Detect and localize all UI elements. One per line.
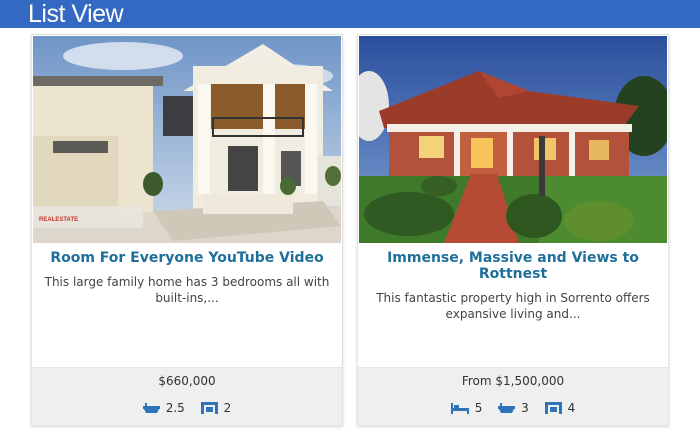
listing-footer: From $1,500,000 5 3 4: [358, 367, 668, 425]
car-feature: 4: [544, 401, 576, 415]
listing-photo[interactable]: [359, 36, 667, 243]
listing-photo[interactable]: REALESTATE: [33, 36, 341, 243]
car-count: 4: [567, 401, 576, 415]
car-count: 2: [223, 401, 232, 415]
page-title: List View: [28, 0, 124, 28]
bath-feature: 2.5: [142, 401, 185, 415]
listing-price: From $1,500,000: [461, 374, 565, 388]
listing-card[interactable]: Immense, Massive and Views to Rottnest T…: [357, 34, 669, 426]
car-icon: [544, 402, 562, 414]
listing-description: This fantastic property high in Sorrento…: [376, 291, 650, 321]
bath-icon: [142, 403, 160, 413]
bed-icon: [450, 403, 469, 414]
bath-count: 2.5: [165, 401, 185, 415]
car-icon: [200, 402, 218, 414]
bath-count: 3: [521, 401, 529, 415]
listing-card[interactable]: REALESTATE Room For Everyone YouTube Vid…: [31, 34, 343, 426]
listing-description: This large family home has 3 bedrooms al…: [44, 275, 330, 305]
listing-price: $660,000: [158, 374, 216, 388]
page-header: List View: [0, 0, 700, 28]
listing-title[interactable]: Room For Everyone YouTube Video: [40, 250, 334, 266]
listing-features: 5 3 4: [358, 401, 668, 417]
listing-title[interactable]: Immense, Massive and Views to Rottnest: [366, 250, 660, 282]
bed-feature: 5: [450, 401, 483, 415]
bath-feature: 3: [498, 401, 529, 415]
listing-features: 2.5 2: [32, 401, 342, 417]
bed-count: 5: [474, 401, 483, 415]
agency-logo: REALESTATE: [39, 217, 79, 223]
listing-footer: $660,000 2.5 2: [32, 367, 342, 425]
bath-icon: [498, 403, 516, 413]
car-feature: 2: [200, 401, 232, 415]
